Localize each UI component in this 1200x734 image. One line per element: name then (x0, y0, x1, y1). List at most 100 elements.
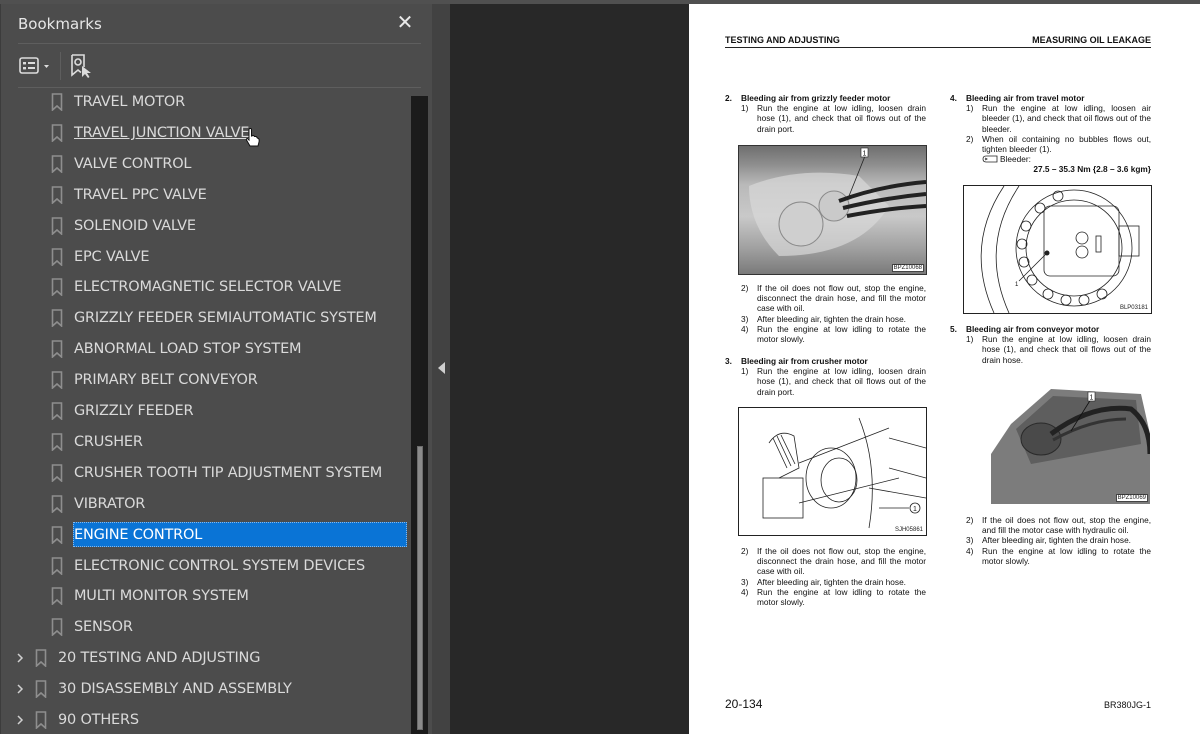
section-title: 5. Bleeding air from conveyor motor (950, 324, 1100, 334)
section-2: 2. Bleeding air from grizzly feeder motor… (725, 93, 926, 134)
figure-crusher-motor: 1 SJH05861 (738, 407, 927, 536)
bookmark-label: EPC VALVE (74, 248, 150, 265)
section-2-continued: 2) If the oil does not flow out, stop the… (725, 283, 926, 344)
scrollbar-thumb[interactable] (417, 446, 423, 730)
find-current-bookmark-button[interactable] (69, 53, 93, 79)
bookmark-item[interactable]: ELECTRONIC CONTROL SYSTEM DEVICES (1, 553, 411, 580)
bookmark-item[interactable]: CRUSHER TOOTH TIP ADJUSTMENT SYSTEM (1, 460, 411, 487)
bookmark-icon (35, 649, 47, 668)
bookmark-label: 20 TESTING AND ADJUSTING (58, 650, 261, 667)
figure-code: BPZ10068 (891, 264, 924, 272)
figure-callout: 1 (913, 506, 917, 513)
step: 3) After bleeding air, tighten the drain … (741, 313, 906, 324)
bookmarks-panel: Bookmarks ✕ TRAVEL MOTOR TRAVEL JUNCTION … (0, 4, 433, 734)
bookmark-icon (51, 618, 63, 637)
conveyor-motor-photo: 1 (991, 389, 1150, 504)
travel-motor-drawing: 1 (980, 186, 1140, 313)
bookmark-label: VALVE CONTROL (74, 155, 192, 172)
section-5: 5. Bleeding air from conveyor motor 1) Run… (950, 324, 1151, 365)
bookmark-label: ELECTRONIC CONTROL SYSTEM DEVICES (74, 557, 365, 574)
section-3-continued: 2) If the oil does not flow out, stop the… (725, 546, 926, 607)
bookmark-icon (51, 93, 63, 111)
bookmark-item[interactable]: ELECTROMAGNETIC SELECTOR VALVE (1, 274, 411, 301)
bookmark-item[interactable]: 20 TESTING AND ADJUSTING (1, 645, 411, 672)
bookmark-label: CRUSHER TOOTH TIP ADJUSTMENT SYSTEM (74, 464, 383, 481)
section-5-continued: 2) If the oil does not flow out, stop the… (950, 515, 1151, 566)
bookmark-item[interactable]: GRIZZLY FEEDER (1, 398, 411, 425)
bookmark-icon (51, 587, 63, 606)
bookmark-item[interactable]: EPC VALVE (1, 244, 411, 271)
panel-collapse-splitter[interactable] (432, 4, 450, 734)
page-number: 20-134 (725, 697, 763, 711)
bookmark-icon (51, 494, 63, 513)
bookmark-icon (51, 309, 63, 328)
close-panel-button[interactable]: ✕ (395, 13, 415, 33)
bookmark-icon (51, 340, 63, 359)
options-menu-button[interactable] (18, 55, 54, 77)
bookmark-item[interactable]: MULTI MONITOR SYSTEM (1, 583, 411, 610)
motor-photo-illustration: 1 (749, 147, 926, 256)
figure-code: SJH05861 (893, 527, 924, 533)
bookmark-locate-icon (71, 54, 91, 78)
bookmark-item[interactable]: VIBRATOR (1, 491, 411, 518)
bookmark-item[interactable]: SENSOR (1, 614, 411, 641)
figure-conveyor-motor: 1 BPZ10069 (991, 384, 1150, 504)
bookmark-item[interactable]: CRUSHER (1, 429, 411, 456)
bookmark-icon (35, 711, 47, 729)
step: 2) If the oil does not flow out, stop the… (741, 546, 926, 577)
model-code: BR380JG-1 (1103, 700, 1151, 710)
bookmark-icon (51, 463, 63, 482)
step: 2) If the oil does not flow out, stop the… (966, 515, 1151, 536)
bookmark-label: SOLENOID VALVE (74, 217, 196, 234)
figure-code: BPZ10069 (1115, 494, 1148, 502)
bookmark-icon (51, 154, 63, 173)
figure-code: BLP03181 (1118, 305, 1149, 311)
bookmark-item[interactable]: 90 OTHERS (1, 707, 411, 734)
bookmark-item[interactable]: TRAVEL MOTOR (1, 92, 411, 116)
bookmark-label: 30 DISASSEMBLY AND ASSEMBLY (58, 681, 292, 698)
bookmark-label: TRAVEL JUNCTION VALVE (74, 124, 250, 141)
bookmark-item[interactable]: PRIMARY BELT CONVEYOR (1, 367, 411, 394)
figure-callout: 1 (1090, 395, 1094, 402)
hand-cursor-icon (245, 127, 260, 147)
bookmark-icon (51, 185, 63, 204)
chevron-right-icon[interactable] (15, 650, 25, 666)
step: 1) Run the engine at low idling, loosen a… (966, 103, 1151, 134)
bookmark-item[interactable]: 30 DISASSEMBLY AND ASSEMBLY (1, 676, 411, 703)
bookmark-icon (51, 216, 63, 235)
figure-callout: 1 (863, 151, 867, 158)
divider (18, 87, 421, 88)
pdf-page: TESTING AND ADJUSTING MEASURING OIL LEAK… (689, 4, 1200, 734)
chevron-right-icon[interactable] (15, 712, 25, 728)
step: 1) Run the engine at low idling, loosen d… (741, 366, 926, 397)
bookmark-icon (51, 402, 63, 420)
step: 4) Run the engine at low idling to rotate… (741, 323, 926, 345)
bookmark-item[interactable]: VALVE CONTROL (1, 151, 411, 178)
bookmark-icon (51, 247, 63, 266)
wrench-icon (982, 155, 998, 163)
bookmark-icon (51, 124, 63, 142)
bookmark-label: 90 OTHERS (58, 712, 139, 728)
bookmark-label: ENGINE CONTROL (73, 521, 407, 547)
bookmark-label: SENSOR (74, 619, 133, 636)
bookmark-icon (51, 371, 63, 390)
bookmark-icon (51, 278, 63, 297)
step: 4) Run the engine at low idling to rotate… (966, 545, 1151, 566)
close-icon: ✕ (396, 12, 414, 34)
bookmark-item[interactable]: SOLENOID VALVE (1, 213, 411, 240)
page-header-right: MEASURING OIL LEAKAGE (1032, 35, 1151, 45)
collapse-left-icon (438, 362, 445, 374)
bookmark-item[interactable]: GRIZZLY FEEDER SEMIAUTOMATIC SYSTEM (1, 305, 411, 332)
bookmark-label: ABNORMAL LOAD STOP SYSTEM (74, 341, 302, 358)
step: 4) Run the engine at low idling to rotate… (741, 586, 926, 608)
header-rule (725, 47, 1151, 48)
step: 1) Run the engine at low idling, loosen d… (966, 334, 1151, 365)
bookmark-label: TRAVEL MOTOR (74, 94, 185, 110)
bookmark-item[interactable]: ENGINE CONTROL (1, 521, 411, 549)
toolbar-separator (60, 52, 61, 80)
bookmark-item[interactable]: TRAVEL JUNCTION VALVE (1, 120, 411, 147)
chevron-right-icon[interactable] (15, 681, 25, 697)
bookmark-item[interactable]: TRAVEL PPC VALVE (1, 182, 411, 209)
bookmark-item[interactable]: ABNORMAL LOAD STOP SYSTEM (1, 336, 411, 363)
bookmark-label: MULTI MONITOR SYSTEM (74, 588, 249, 605)
